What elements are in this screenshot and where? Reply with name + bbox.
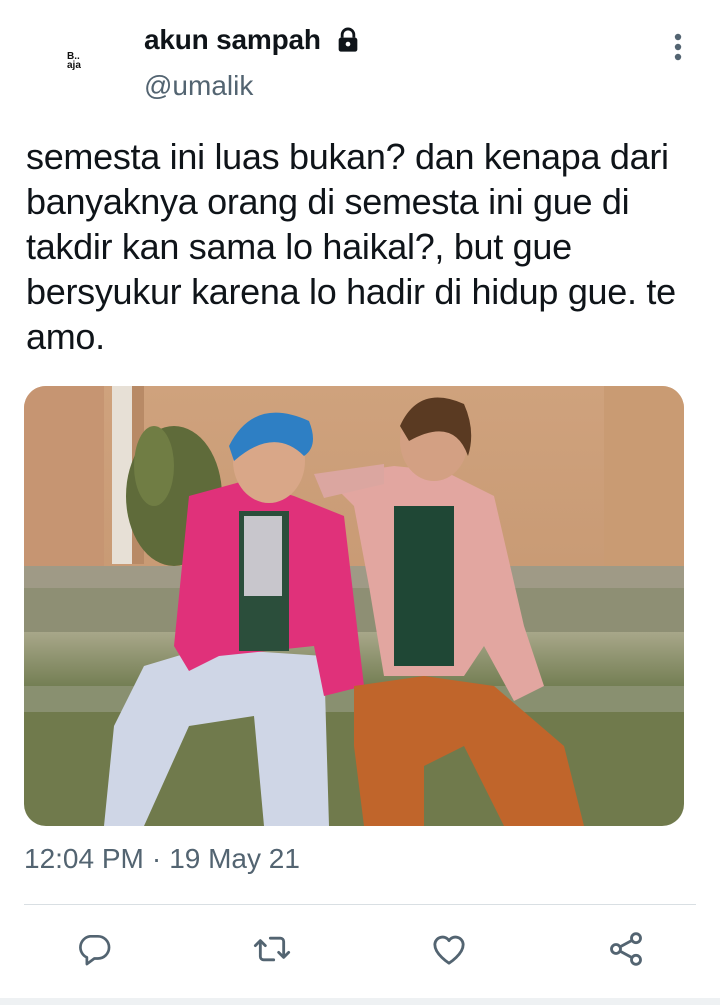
tweet-timestamp[interactable]: 12:04 PM · 19 May 21: [24, 843, 300, 875]
photo-illustration: [24, 386, 684, 826]
more-options-icon[interactable]: [664, 30, 692, 64]
avatar[interactable]: B.. aja: [40, 28, 114, 102]
display-name[interactable]: akun sampah: [144, 24, 321, 56]
tweet-photo[interactable]: [24, 386, 684, 826]
heart-icon: [433, 935, 465, 965]
timestamp-separator: ·: [151, 843, 162, 874]
divider: [24, 904, 696, 905]
retweet-icon: [253, 936, 291, 962]
bottom-separator: [0, 998, 720, 1005]
comment-icon: [79, 934, 111, 966]
share-icon: [610, 932, 642, 966]
action-bar: [0, 925, 720, 985]
tweet-text: semesta ini luas bukan? dan kenapa dari …: [26, 136, 676, 357]
reply-button[interactable]: [70, 925, 118, 973]
share-button[interactable]: [602, 925, 650, 973]
tweet-date: 19 May 21: [169, 843, 300, 874]
retweet-button[interactable]: [248, 925, 296, 973]
user-handle[interactable]: @umalik: [144, 70, 253, 102]
lock-icon: [338, 27, 358, 52]
tweet-time: 12:04 PM: [24, 843, 144, 874]
tweet-card: B.. aja akun sampah @umalik semesta ini …: [0, 0, 720, 1005]
avatar-text: B.. aja: [67, 51, 81, 71]
like-button[interactable]: [425, 925, 473, 973]
